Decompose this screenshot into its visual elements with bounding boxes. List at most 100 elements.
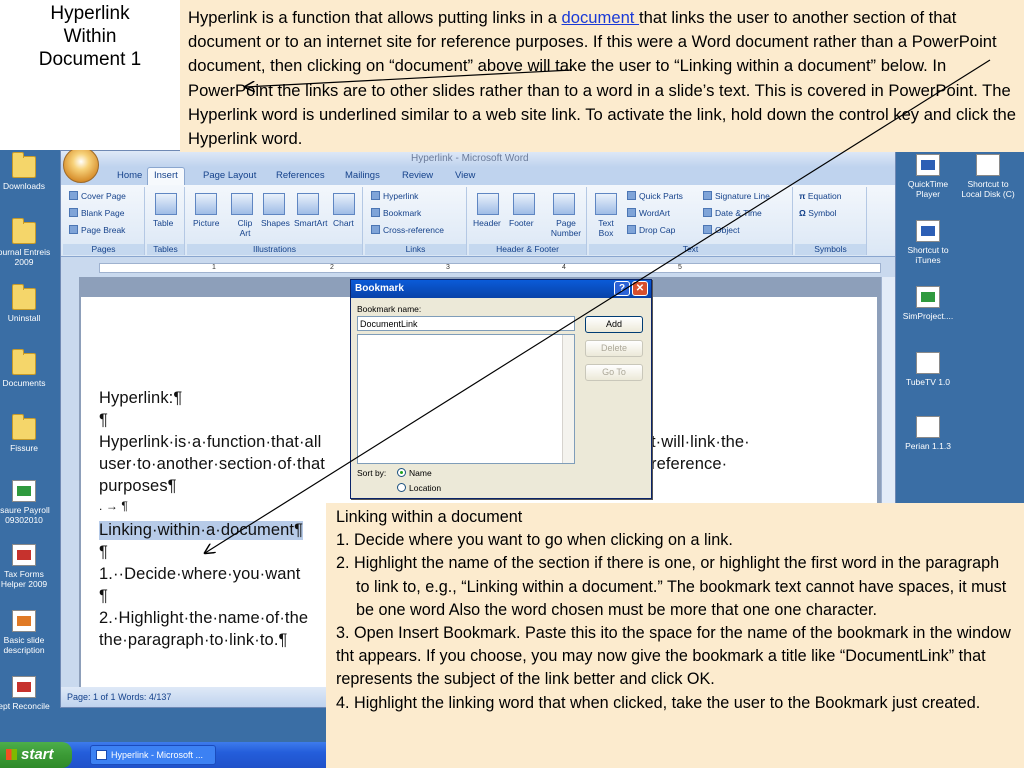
header-button[interactable]: Header [473, 218, 501, 228]
radio-selected-icon [397, 468, 406, 477]
start-label: start [21, 746, 54, 763]
hyperlink-button[interactable]: Hyperlink [371, 191, 418, 201]
chart-button[interactable]: Chart [333, 218, 354, 228]
ribbon: Cover Page Blank Page Page Break Pages T… [61, 185, 895, 257]
desktop-icon-basic-slide[interactable]: Basic slide description [0, 610, 54, 655]
desktop-icon-perian[interactable]: Perian 1.1.3 [898, 416, 958, 451]
quick-parts-button[interactable]: Quick Parts [627, 191, 683, 201]
help-button[interactable]: ? [614, 281, 630, 296]
desktop-icon-documents[interactable]: Documents [0, 349, 54, 388]
close-button[interactable]: ✕ [632, 281, 648, 296]
ribbon-item-label: Hyperlink [383, 191, 419, 201]
step-item: 2. Highlight the name of the section if … [336, 554, 1007, 619]
desktop-icon-fissure[interactable]: Fissure [0, 414, 54, 453]
footer-button[interactable]: Footer [509, 218, 534, 228]
ribbon-item-label: Signature Line [715, 191, 770, 201]
desktop-icon-itunes[interactable]: Shortcut to iTunes [898, 220, 958, 265]
wordart-button[interactable]: WordArt [627, 208, 670, 218]
text-box-button[interactable]: Text Box [593, 218, 619, 238]
intro-text-start: Hyperlink is a function that allows putt… [188, 8, 562, 27]
sort-by-name-radio[interactable]: Name [397, 468, 432, 478]
clip-art-button[interactable]: Clip Art [233, 218, 257, 238]
ribbon-group-tables: Table Tables [147, 187, 185, 255]
step-item: 1. Decide where you want to go when clic… [336, 531, 733, 550]
horizontal-ruler[interactable]: 1 2 3 4 5 [61, 257, 895, 277]
desktop-icon-uninstall[interactable]: Uninstall [0, 284, 54, 323]
steps-heading: Linking within a document [336, 508, 523, 526]
desktop-icon-simproject[interactable]: SimProject.... [898, 286, 958, 321]
desktop-icon-label: SimProject.... [902, 311, 954, 321]
picture-button[interactable]: Picture [193, 218, 219, 228]
desktop-icon-local-disk[interactable]: Shortcut to Local Disk (C) [958, 154, 1018, 199]
doc-line: the·paragraph·to·link·to.¶ [99, 631, 288, 649]
ribbon-item-label: Bookmark [383, 208, 422, 218]
list-scrollbar[interactable] [562, 335, 574, 463]
smartart-button[interactable]: SmartArt [294, 218, 328, 228]
tab-view[interactable]: View [455, 170, 475, 181]
desktop-icon-label: Fissure [10, 443, 38, 453]
ribbon-item-label: Cover Page [81, 191, 126, 201]
wordart-icon [627, 208, 636, 217]
delete-button[interactable]: Delete [585, 340, 643, 357]
bookmark-button[interactable]: Bookmark [371, 208, 421, 218]
desktop-icon-label: Shortcut to iTunes [907, 245, 949, 265]
doc-line-fragment: reference· [651, 455, 728, 473]
blank-page-button[interactable]: Blank Page [69, 208, 124, 218]
desktop-icon-quicktime[interactable]: QuickTime Player [898, 154, 958, 199]
page-break-button[interactable]: Page Break [69, 225, 125, 235]
cross-reference-button[interactable]: Cross-reference [371, 225, 444, 235]
sort-by-location-radio[interactable]: Location [397, 483, 441, 493]
hyperlink-icon [371, 191, 380, 200]
add-button[interactable]: Add [585, 316, 643, 333]
intro-callout: Hyperlink is a function that allows putt… [180, 0, 1024, 152]
ribbon-item-label: Page Break [81, 225, 126, 235]
drop-cap-button[interactable]: Drop Cap [627, 225, 675, 235]
windows-logo-icon [6, 749, 17, 760]
desktop-icon-downloads[interactable]: Downloads [0, 152, 54, 191]
desktop-icon-label: ept Reconcile [0, 701, 50, 711]
group-label: Text [589, 244, 792, 255]
object-button[interactable]: Object [703, 225, 740, 235]
desktop-icon-journal-entries[interactable]: ournal Entreis 2009 [0, 218, 54, 267]
bookmark-name-input[interactable] [357, 316, 575, 331]
tab-references[interactable]: References [276, 170, 325, 181]
group-label: Tables [147, 244, 184, 255]
desktop-icon-label: Shortcut to Local Disk (C) [961, 179, 1015, 199]
shapes-button[interactable]: Shapes [261, 218, 290, 228]
symbol-button[interactable]: Ω Symbol [799, 208, 837, 218]
desktop-icon-label: isaure Payroll 09302010 [0, 505, 50, 525]
bookmark-list[interactable] [357, 334, 575, 464]
date-time-button[interactable]: Date & Time [703, 208, 762, 218]
picture-icon [195, 193, 217, 215]
bookmark-dialog: Bookmark ? ✕ Bookmark name: Add Delete G… [350, 279, 652, 499]
cover-page-button[interactable]: Cover Page [69, 191, 126, 201]
pdf-file-icon [12, 676, 36, 698]
signature-line-button[interactable]: Signature Line [703, 191, 770, 201]
powerpoint-file-icon [12, 610, 36, 632]
desktop-icon-reconcile[interactable]: ept Reconcile [0, 676, 54, 711]
page-number-button[interactable]: Page Number [547, 218, 585, 238]
omega-icon: Ω [799, 208, 809, 218]
taskbar-item-word[interactable]: Hyperlink - Microsoft ... [90, 745, 216, 765]
desktop-icon-payroll[interactable]: isaure Payroll 09302010 [0, 480, 54, 525]
cover-page-icon [69, 191, 78, 200]
group-label: Links [365, 244, 466, 255]
footer-icon [513, 193, 535, 215]
document-hyperlink[interactable]: document [562, 8, 639, 27]
table-button[interactable]: Table [153, 218, 173, 228]
ribbon-item-label: Object [715, 225, 740, 235]
go-to-button[interactable]: Go To [585, 364, 643, 381]
tab-review[interactable]: Review [402, 170, 433, 181]
desktop-icon-tubetv[interactable]: TubeTV 1.0 [898, 352, 958, 387]
page-number-icon [553, 193, 575, 215]
tab-mailings[interactable]: Mailings [345, 170, 380, 181]
tab-page-layout[interactable]: Page Layout [203, 170, 256, 181]
desktop-icon-tax-forms[interactable]: Tax Forms Helper 2009 [0, 544, 54, 589]
tab-home[interactable]: Home [117, 170, 142, 181]
ruler-mark: 3 [446, 264, 450, 271]
equation-button[interactable]: π Equation [799, 191, 841, 201]
start-button[interactable]: start [0, 742, 72, 768]
slide-title-line: Document 1 [38, 49, 142, 70]
tab-insert[interactable]: Insert [147, 167, 185, 185]
cross-reference-icon [371, 225, 380, 234]
